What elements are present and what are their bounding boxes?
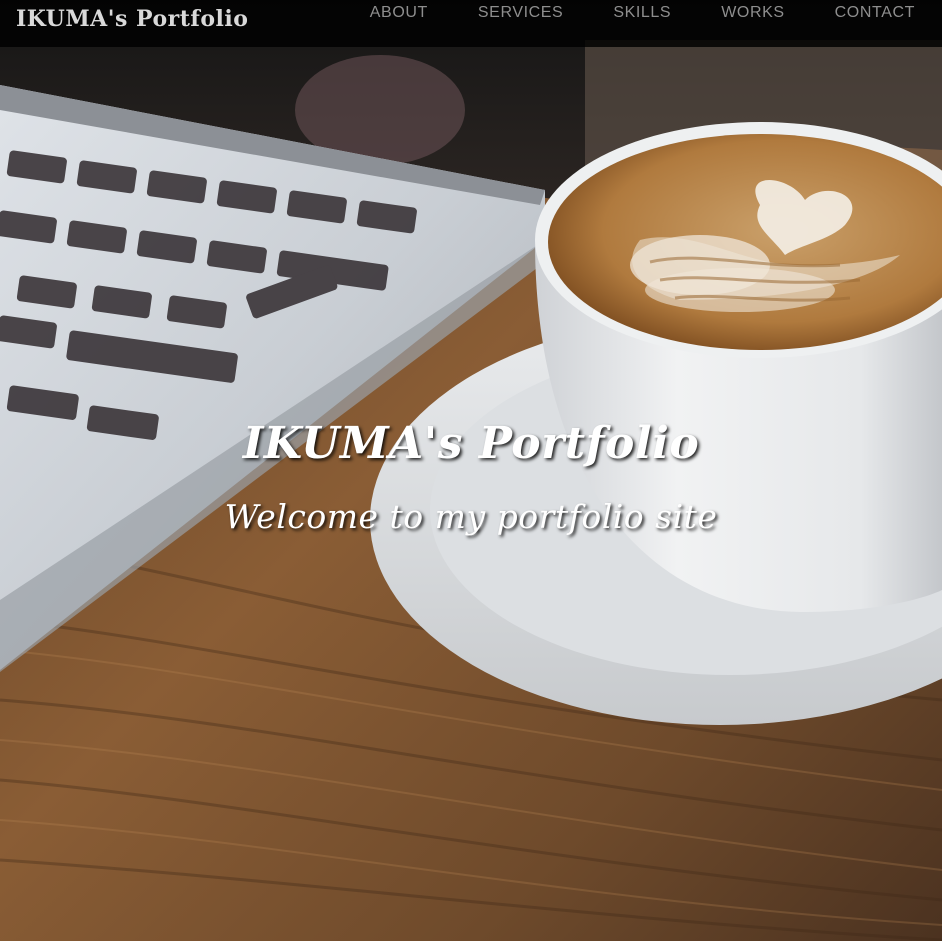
nav-item-about[interactable]: ABOUT <box>370 4 428 22</box>
hero-title: IKUMA's Portfolio <box>242 418 700 469</box>
nav-item-skills[interactable]: SKILLS <box>613 4 671 22</box>
nav-menu: ABOUT SERVICES SKILLS WORKS CONTACT <box>370 0 942 47</box>
page: IKUMA's Portfolio ABOUT SERVICES SKILLS … <box>0 0 942 941</box>
hero-subtitle: Welcome to my portfolio site <box>224 497 718 536</box>
nav-item-works[interactable]: WORKS <box>721 4 784 22</box>
nav-item-services[interactable]: SERVICES <box>478 4 563 22</box>
hero-background-image <box>0 0 942 941</box>
nav-item-contact[interactable]: CONTACT <box>835 4 915 22</box>
brand-logo-link[interactable]: IKUMA's Portfolio <box>16 6 248 32</box>
navbar: IKUMA's Portfolio ABOUT SERVICES SKILLS … <box>0 0 942 47</box>
